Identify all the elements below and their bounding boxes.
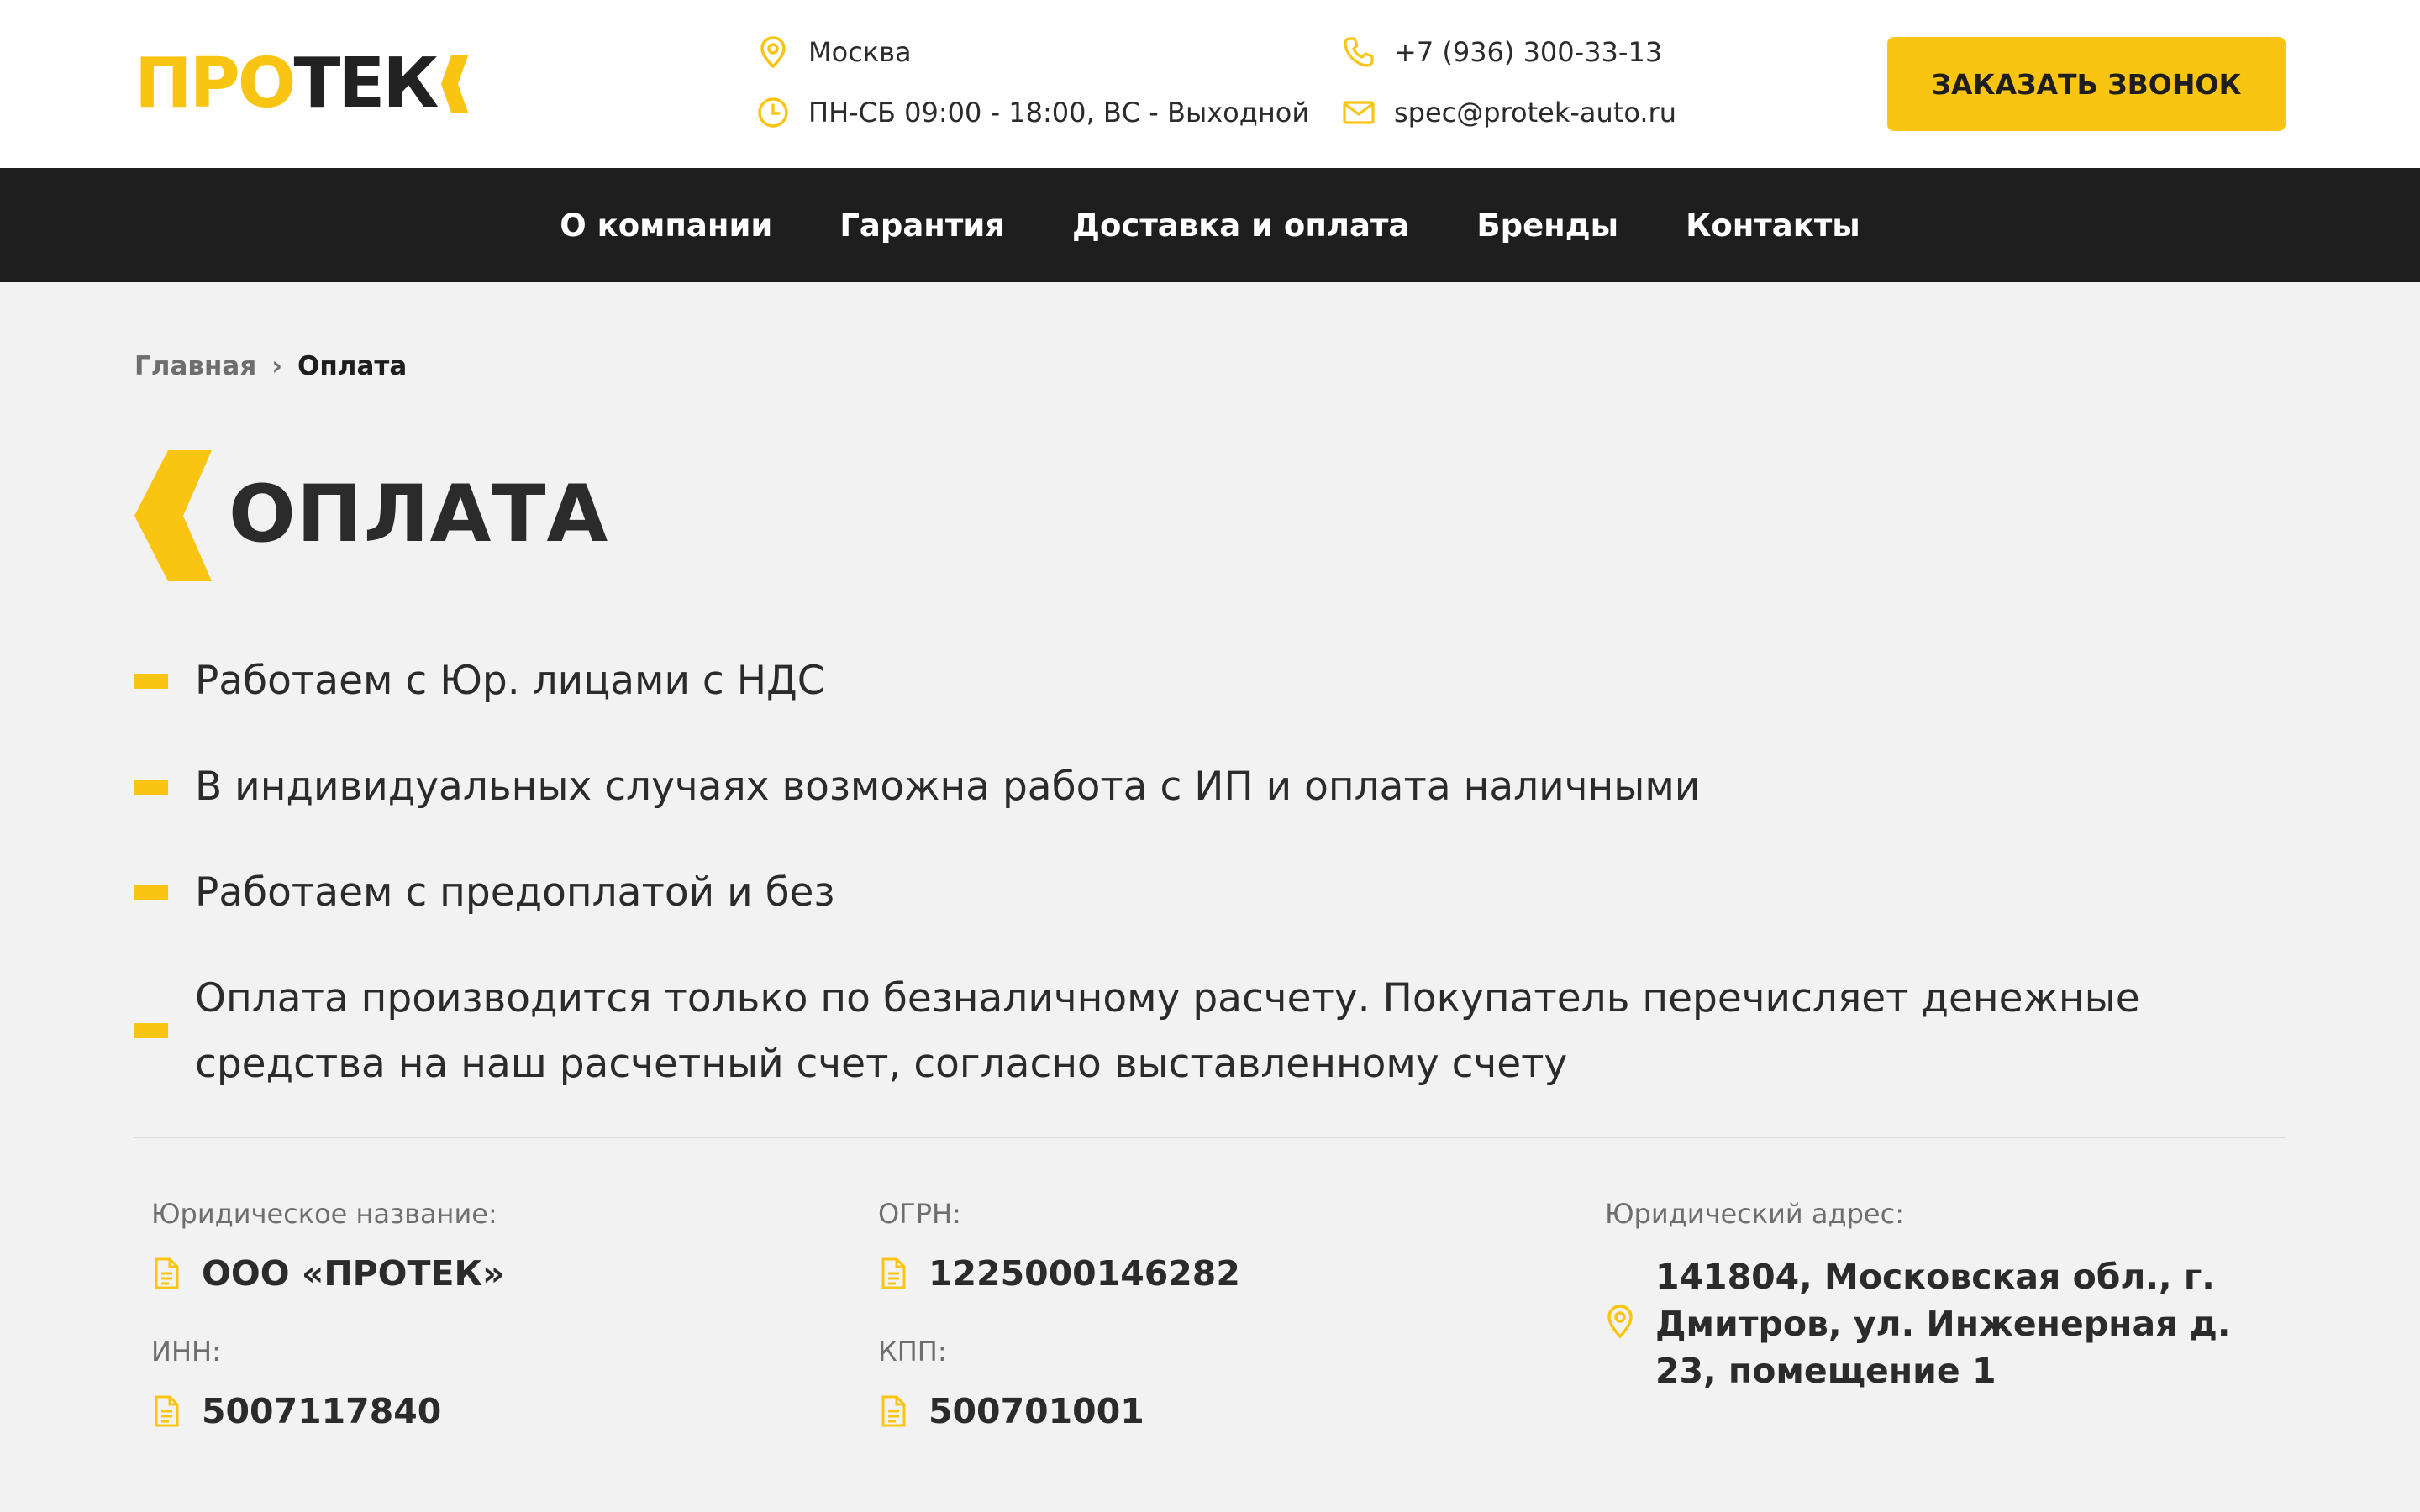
bullet-marker: [134, 885, 168, 900]
header-phone[interactable]: +7 (936) 300-33-13: [1342, 35, 1662, 69]
legal-name-value: ООО «ПРОТЕК»: [151, 1253, 505, 1294]
page-title: ОПЛАТА: [229, 469, 609, 560]
legal-address-value: 141804, Московская обл., г. Дмитров, ул.…: [1655, 1257, 2231, 1391]
nav-item-warranty[interactable]: Гарантия: [839, 207, 1005, 244]
inn-value: 5007117840: [151, 1391, 441, 1431]
ogrn-value: 1225000146282: [878, 1253, 1240, 1294]
email-link[interactable]: spec@protek-auto.ru: [1394, 97, 1676, 129]
kpp-text: 500701001: [929, 1391, 1144, 1431]
clock-icon: [756, 96, 790, 129]
bullet-marker: [134, 1023, 168, 1038]
bullet-marker: [134, 780, 168, 795]
mail-icon: [1342, 96, 1376, 129]
document-icon: [878, 1394, 908, 1428]
nav-item-delivery-payment[interactable]: Доставка и оплата: [1072, 207, 1409, 244]
logo-text-part2: ТЕК: [293, 44, 439, 123]
ogrn-text: 1225000146282: [929, 1253, 1240, 1294]
breadcrumb: Главная › Оплата: [134, 351, 407, 381]
logo-text-part1: ПРО: [134, 44, 296, 123]
nav-item-contacts[interactable]: Контакты: [1686, 207, 1860, 244]
document-icon: [878, 1257, 908, 1290]
list-item-text: В индивидуальных случаях возможна работа…: [195, 764, 1701, 810]
ogrn-label: ОГРН:: [878, 1198, 961, 1230]
site-header: ПРО ТЕК Москва ПН-СБ 09:00 - 18:00, ВС - …: [0, 0, 2420, 168]
location-pin-icon: [1607, 1305, 1633, 1339]
header-email[interactable]: spec@protek-auto.ru: [1342, 96, 1676, 129]
phone-link[interactable]: +7 (936) 300-33-13: [1394, 36, 1662, 68]
order-call-button[interactable]: ЗАКАЗАТЬ ЗВОНОК: [1887, 37, 2286, 131]
title-chevron-icon: [134, 450, 212, 581]
inn-text: 5007117840: [202, 1391, 442, 1431]
document-icon: [151, 1257, 182, 1290]
section-divider: [134, 1137, 2286, 1138]
list-item-text: Работаем с Юр. лицами с НДС: [195, 658, 825, 704]
document-icon: [151, 1394, 182, 1428]
location-pin-icon: [756, 35, 790, 69]
nav-item-brands[interactable]: Бренды: [1476, 207, 1618, 244]
header-city: Москва: [756, 35, 912, 69]
list-item-text: Оплата производится только по безналично…: [195, 975, 2140, 1087]
kpp-label: КПП:: [878, 1336, 947, 1368]
legal-name-text: ООО «ПРОТЕК»: [202, 1253, 505, 1294]
breadcrumb-current: Оплата: [297, 351, 408, 381]
breadcrumb-separator: ›: [271, 351, 283, 381]
legal-address-label: Юридический адрес:: [1605, 1198, 1904, 1230]
breadcrumb-home-link[interactable]: Главная: [134, 351, 256, 381]
logo[interactable]: ПРО ТЕК: [134, 44, 469, 123]
phone-icon: [1342, 35, 1376, 69]
kpp-value: 500701001: [878, 1391, 1144, 1431]
header-hours: ПН-СБ 09:00 - 18:00, ВС - Выходной: [756, 96, 1309, 129]
logo-chevron-icon: [441, 55, 469, 113]
city-text: Москва: [808, 36, 912, 68]
hours-text: ПН-СБ 09:00 - 18:00, ВС - Выходной: [808, 97, 1310, 129]
main-nav: О компании Гарантия Доставка и оплата Бр…: [0, 168, 2420, 282]
list-item-text: Работаем с предоплатой и без: [195, 869, 835, 916]
bullet-marker: [134, 674, 168, 689]
legal-name-label: Юридическое название:: [151, 1198, 497, 1230]
nav-item-about[interactable]: О компании: [560, 207, 772, 244]
inn-label: ИНН:: [151, 1336, 221, 1368]
